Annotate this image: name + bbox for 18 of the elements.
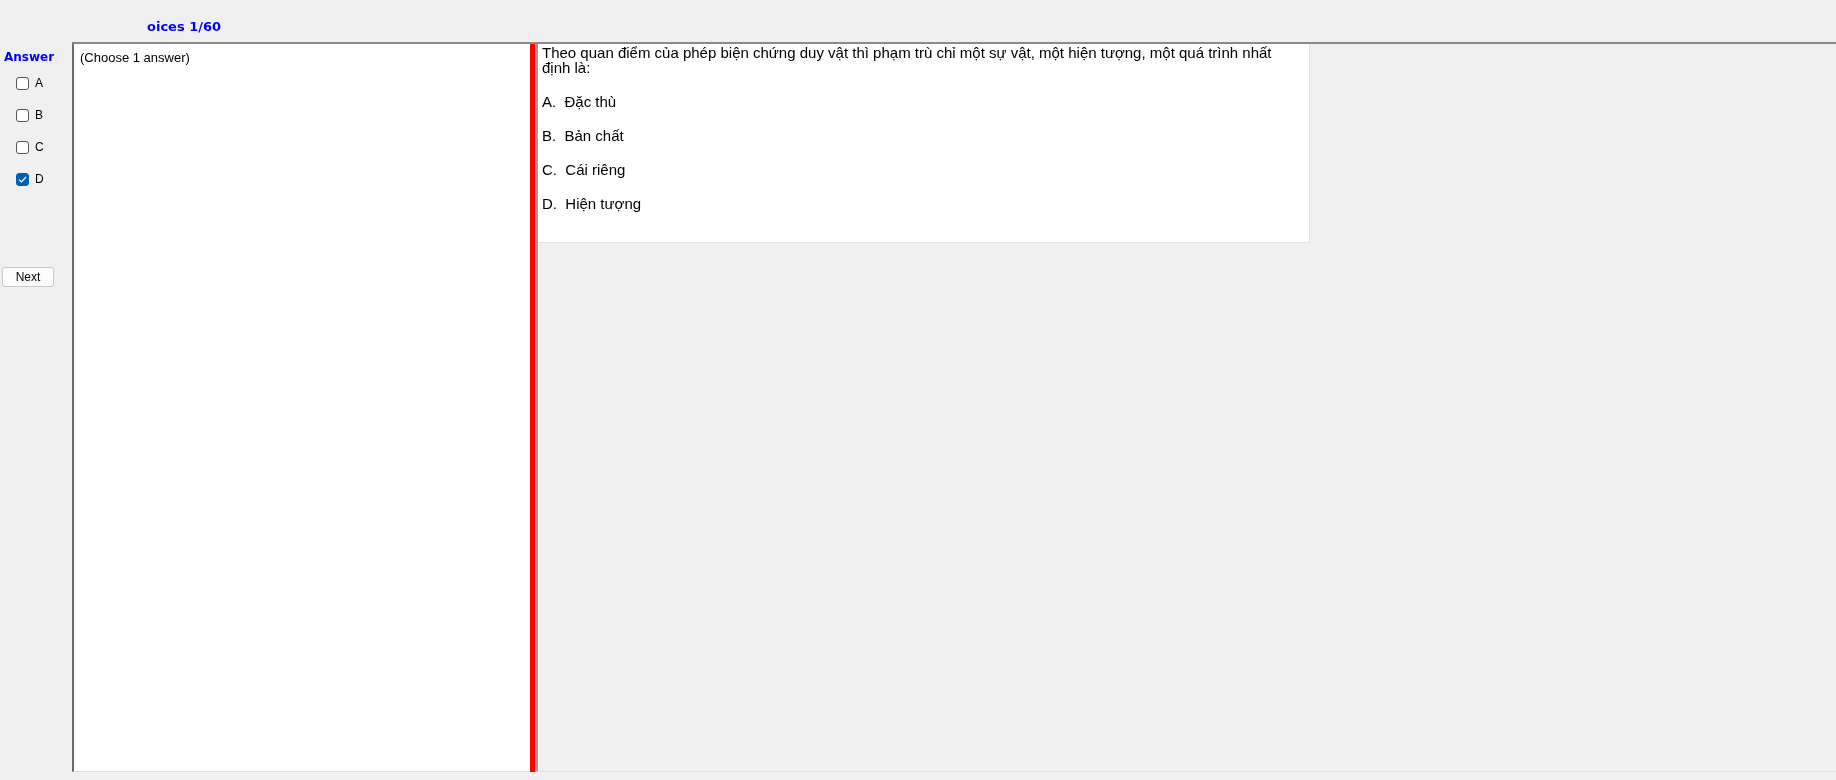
answer-option: B. Bản chất [542,128,624,144]
next-button[interactable]: Next [2,267,54,287]
checkbox-label: A [35,76,43,90]
check-icon [18,175,27,183]
checkbox-label: B [35,108,43,122]
answer-option: D. Hiện tượng [542,196,642,212]
checkbox[interactable] [16,172,29,186]
instruction-text: (Choose 1 answer) [80,50,190,65]
answer-heading: Answer [4,49,55,65]
question-text: Theo quan điểm của phép biện chứng duy vật thì phạm trù chỉ một sự vật, một hiện tượng, một quá trình nhất định là: [542,45,1273,75]
checkbox[interactable] [16,76,29,90]
answer-option: C. Cái riêng [542,162,626,178]
checkbox[interactable] [16,108,29,122]
quiz-title: oices 1/60 [147,19,222,35]
checkbox[interactable] [16,140,29,154]
checkbox-label: C [35,140,44,154]
checkbox-label: D [35,172,44,186]
answer-option: A. Đặc thù [542,94,617,110]
